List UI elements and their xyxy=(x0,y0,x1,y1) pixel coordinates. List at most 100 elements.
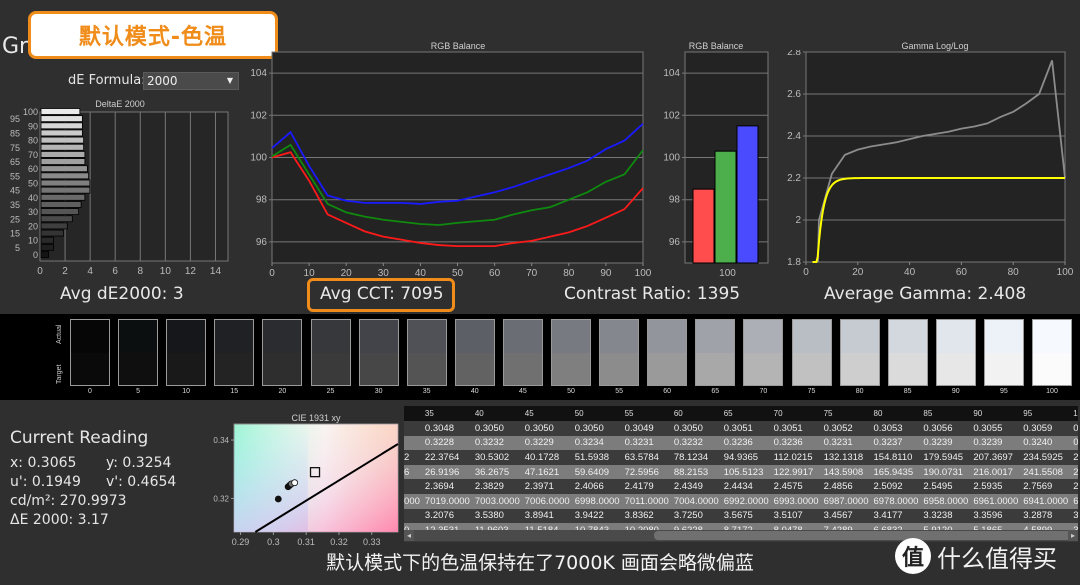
table-cell: 3.1685 xyxy=(1068,508,1078,524)
patch-label: 25 xyxy=(326,388,335,395)
table-column-header[interactable]: 90 xyxy=(968,406,1019,421)
table-column-header[interactable]: 95 xyxy=(1018,406,1069,421)
de-formula-select[interactable]: 2000 ▼ xyxy=(143,72,239,90)
grayscale-patch xyxy=(935,319,976,386)
table-cell: 6998.0000 xyxy=(569,493,620,509)
table-row: 7030.00007019.00007003.00007006.00006998… xyxy=(404,493,1078,509)
y-tick-label: 2.6 xyxy=(787,89,801,100)
table-column-header[interactable]: 50 xyxy=(569,406,620,421)
table-row: 0.30450.30480.30500.30500.30500.30490.30… xyxy=(404,421,1078,436)
rgb-bar-red xyxy=(692,188,715,264)
x-tick-label: 0 xyxy=(269,268,275,279)
table-column-header[interactable]: 45 xyxy=(519,406,570,421)
table-column-header[interactable]: 70 xyxy=(768,406,819,421)
table-cell: 0.3234 xyxy=(569,435,620,451)
y-tick-label: 75 xyxy=(10,143,20,153)
table-cell: 0.3045 xyxy=(404,421,420,436)
y-tick-label: 98 xyxy=(669,195,681,206)
table-cell: 0.3231 xyxy=(619,435,669,451)
table-cell: 26.9196 xyxy=(419,464,470,480)
y-tick-label: 95 xyxy=(10,114,20,124)
scroll-right-icon[interactable]: ▸ xyxy=(1068,530,1078,541)
table-cell: 0.3059 xyxy=(1018,421,1069,436)
table-cell: 216.0017 xyxy=(968,464,1019,480)
table-column-header[interactable]: 60 xyxy=(668,406,719,421)
table-cell: 7030.0000 xyxy=(404,493,420,509)
table-column-header[interactable]: 80 xyxy=(868,406,919,421)
y-tick-label: 45 xyxy=(10,186,20,196)
y-tick-label: 40 xyxy=(28,193,38,203)
table-column-header[interactable]: 35 xyxy=(419,406,470,421)
y-tick-label: 55 xyxy=(10,171,20,181)
table-cell: 0.3239 xyxy=(968,435,1019,451)
y-tick-label: 0.34 xyxy=(213,436,229,445)
x-tick-label: 14 xyxy=(210,266,222,277)
page-heading: Gr xyxy=(2,34,29,59)
y-tick-label: 2 xyxy=(795,215,801,226)
deltae-bar xyxy=(40,165,88,173)
patch-target xyxy=(503,352,542,385)
x-tick-label: 0.3 xyxy=(267,537,280,547)
table-column-header[interactable]: 30 xyxy=(404,406,420,421)
x-tick-label: 0 xyxy=(803,267,809,278)
table-cell: 3.5107 xyxy=(768,508,819,524)
patch-label: 15 xyxy=(230,388,239,395)
patch-actual xyxy=(215,320,254,353)
patch-target xyxy=(1033,352,1071,385)
y-tick-label: 98 xyxy=(256,195,268,206)
table-cell: 7003.0000 xyxy=(469,493,520,509)
table-cell: 6958.0000 xyxy=(918,493,969,509)
deltae-bar xyxy=(40,222,68,230)
x-tick-label: 0.33 xyxy=(363,537,381,547)
y-tick-label: 2.4 xyxy=(787,131,801,142)
y-tick-label: 0.32 xyxy=(213,494,229,503)
y-tick-label: 35 xyxy=(10,200,20,210)
patch-label: 65 xyxy=(711,388,720,395)
table-cell: 0.3053 xyxy=(868,421,919,436)
deltae-bar xyxy=(40,208,79,215)
avg-de-stat: Avg dE2000: 3 xyxy=(60,284,184,304)
table-column-header[interactable]: 55 xyxy=(619,406,669,421)
patch-actual xyxy=(984,320,1023,353)
patch-actual xyxy=(696,320,735,353)
x-tick-label: 20 xyxy=(852,267,864,278)
patch-target xyxy=(984,352,1023,385)
y-tick-label: 102 xyxy=(663,110,680,121)
y-tick-label: 0 xyxy=(33,250,38,260)
y-tick-label: 96 xyxy=(256,237,268,248)
table-column-header[interactable]: 65 xyxy=(718,406,769,421)
deltae-bar xyxy=(40,108,81,115)
table-column-header[interactable]: 40 xyxy=(469,406,520,421)
patch-label: 100 xyxy=(1046,388,1058,395)
table-cell: 2.3538 xyxy=(404,479,420,494)
patch-target xyxy=(792,352,831,385)
table-cell: 0.3237 xyxy=(868,435,919,451)
table-cell: 3.4567 xyxy=(818,508,869,524)
table-cell: 2.5092 xyxy=(868,479,919,494)
table-column-header[interactable]: 85 xyxy=(918,406,969,421)
table-cell: 59.6409 xyxy=(569,464,620,480)
deltae-bar xyxy=(40,151,86,158)
table-cell: 0.3051 xyxy=(718,421,769,436)
grayscale-patch xyxy=(358,319,399,386)
table-row: 0.32290.32280.32320.32290.32340.32310.32… xyxy=(404,435,1078,451)
grayscale-patch xyxy=(214,319,255,386)
deltae-bar xyxy=(40,186,91,194)
table-column-header[interactable]: 75 xyxy=(818,406,869,421)
rgb-balance-bar-chart: 96 98 100 102 104 100 xyxy=(663,51,769,279)
table-cell: 3.7250 xyxy=(668,508,719,524)
table-cell: 94.9365 xyxy=(718,450,769,465)
table-cell: 3.4177 xyxy=(868,508,919,524)
patch-actual xyxy=(792,320,831,353)
patch-label: 90 xyxy=(951,388,960,395)
table-cell: 0.3236 xyxy=(768,435,819,451)
table-cell: 22.3764 xyxy=(419,450,470,465)
y-tick-label: 1.8 xyxy=(787,257,801,268)
table-column-header[interactable]: 100 xyxy=(1068,406,1078,421)
table-cell: 63.5784 xyxy=(619,450,669,465)
y-tick-label: 25 xyxy=(10,214,20,224)
patch-target xyxy=(696,352,735,385)
scroll-left-icon[interactable]: ◂ xyxy=(404,530,414,541)
table-cell: 47.1621 xyxy=(519,464,570,480)
y-tick-label: 50 xyxy=(28,179,38,189)
